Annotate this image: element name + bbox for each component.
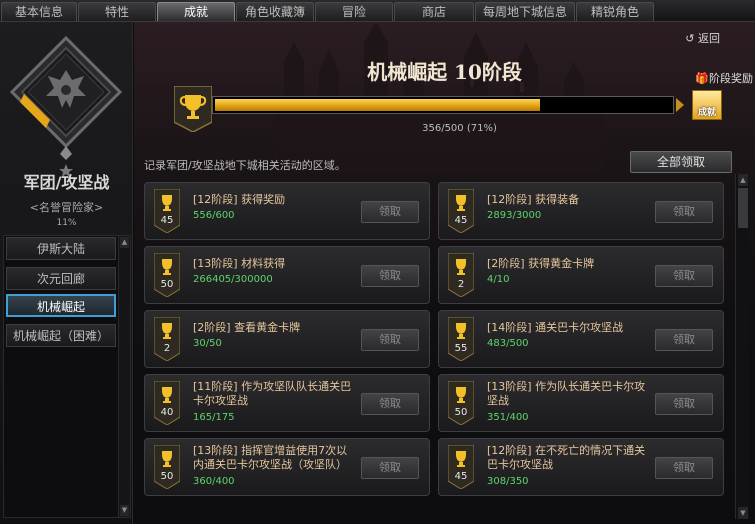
gift-icon: 🎁 (695, 72, 709, 85)
scroll-up-icon[interactable]: ▲ (738, 174, 748, 186)
claim-button[interactable]: 领取 (655, 329, 713, 351)
achievement-badge: 2 (447, 252, 475, 298)
achievement-title: [13阶段] 指挥官增益使用7次以内通关巴卡尔攻坚战（攻坚队） (193, 444, 348, 471)
claim-button[interactable]: 领取 (361, 457, 419, 479)
stage-progress-fill (215, 99, 540, 111)
claim-button[interactable]: 领取 (361, 201, 419, 223)
achievement-badge: 45 (153, 188, 181, 234)
achievement-badge: 50 (153, 252, 181, 298)
claim-button[interactable]: 领取 (655, 457, 713, 479)
achievement-card: 45 [12阶段] 获得装备 2893/3000 领取 (438, 182, 724, 240)
achievement-progress: 2893/3000 (487, 210, 542, 221)
achievement-card: 45 [12阶段] 获得奖励 556/600 领取 (144, 182, 430, 240)
achievement-progress: 4/10 (487, 274, 510, 285)
achievement-card: 45 [12阶段] 在不死亡的情况下通关巴卡尔攻坚战 308/350 领取 (438, 438, 724, 496)
stage-title: 机械崛起 10阶段 (367, 60, 522, 84)
tab-shop[interactable]: 商店 (394, 2, 474, 21)
claim-button[interactable]: 领取 (655, 201, 713, 223)
achievement-progress: 165/175 (193, 412, 235, 423)
achievement-badge: 50 (447, 380, 475, 426)
category-title: 军团/攻坚战 (23, 173, 110, 192)
tab-achievements[interactable]: 成就 (157, 2, 235, 21)
achievement-progress: 351/400 (487, 412, 529, 423)
achievement-title: [2阶段] 获得黄金卡牌 (487, 257, 595, 270)
achievement-progress: 30/50 (193, 338, 222, 349)
achievement-progress: 556/600 (193, 210, 235, 221)
achievement-card: 50 [13阶段] 作为队长通关巴卡尔攻坚战 351/400 领取 (438, 374, 724, 432)
trophy-icon (447, 252, 475, 298)
tab-character-collection[interactable]: 角色收藏簿 (236, 2, 314, 21)
subcategory-item-mechanical-rise-hard[interactable]: 机械崛起（困难） (6, 324, 116, 347)
scroll-up-icon[interactable]: ▲ (120, 237, 129, 248)
claim-button[interactable]: 领取 (361, 265, 419, 287)
raid-emblem-icon (10, 36, 122, 177)
achievement-badge: 50 (153, 444, 181, 490)
trophy-icon (153, 316, 181, 362)
top-tab-bar: 基本信息 特性 成就 角色收藏簿 冒险 商店 每周地下城信息 精锐角色 (0, 0, 755, 22)
achievement-badge: 40 (153, 380, 181, 426)
stage-progress-bar (212, 96, 674, 114)
subcategory-scrollbar[interactable]: ▲ ▼ (118, 236, 130, 517)
achievement-card: 55 [14阶段] 通关巴卡尔攻坚战 483/500 领取 (438, 310, 724, 368)
trophy-icon (447, 444, 475, 490)
category-description: 记录军团/攻坚战地下城相关活动的区域。 (144, 159, 346, 172)
tab-elite-character[interactable]: 精锐角色 (576, 2, 654, 21)
stage-progress-text: 356/500 (71%) (422, 123, 497, 134)
trophy-icon (153, 252, 181, 298)
achievement-title: [12阶段] 获得奖励 (193, 193, 286, 206)
category-panel: 军团/攻坚战 <名誉冒险家> 11% 伊斯大陆 次元回廊 机械崛起 机械崛起（困… (0, 22, 133, 524)
achievement-card: 50 [13阶段] 材料获得 266405/300000 领取 (144, 246, 430, 304)
achievement-badge: 55 (447, 316, 475, 362)
achievement-scrollbar[interactable]: ▲ ▼ (735, 174, 749, 519)
claim-button[interactable]: 领取 (361, 329, 419, 351)
achievement-card: 40 [11阶段] 作为攻坚队队长通关巴卡尔攻坚战 165/175 领取 (144, 374, 430, 432)
achievement-main-panel: ↺ 返回 机械崛起 10阶段 🎁阶段奖励 成就 356/500 (71%) 记录… (134, 22, 755, 524)
tab-weekly-dungeon-info[interactable]: 每周地下城信息 (475, 2, 575, 21)
trophy-icon (153, 444, 181, 490)
achievement-badge: 2 (153, 316, 181, 362)
scroll-down-icon[interactable]: ▼ (120, 505, 129, 516)
honor-title: <名誉冒险家> (29, 201, 104, 214)
achievement-progress: 360/400 (193, 476, 235, 487)
back-button[interactable]: ↺ 返回 (685, 30, 720, 46)
tab-basic-info[interactable]: 基本信息 (1, 2, 77, 21)
achievement-progress: 266405/300000 (193, 274, 273, 285)
claim-button[interactable]: 领取 (655, 265, 713, 287)
subcategory-item-mechanical-rise[interactable]: 机械崛起 (6, 294, 116, 317)
achievement-card: 2 [2阶段] 获得黄金卡牌 4/10 领取 (438, 246, 724, 304)
trophy-icon (447, 380, 475, 426)
claim-all-button[interactable]: 全部领取 (630, 151, 732, 173)
subcategory-list: 伊斯大陆 次元回廊 机械崛起 机械崛起（困难） ▲ ▼ (3, 235, 131, 518)
tab-traits[interactable]: 特性 (78, 2, 156, 21)
achievement-title: [13阶段] 作为队长通关巴卡尔攻坚战 (487, 380, 646, 407)
achievement-title: [11阶段] 作为攻坚队队长通关巴卡尔攻坚战 (193, 380, 352, 407)
achievement-badge: 45 (447, 444, 475, 490)
achievement-progress: 483/500 (487, 338, 529, 349)
claim-button[interactable]: 领取 (361, 393, 419, 415)
achievement-card: 2 [2阶段] 查看黄金卡牌 30/50 领取 (144, 310, 430, 368)
achievement-title: [12阶段] 在不死亡的情况下通关巴卡尔攻坚战 (487, 444, 646, 471)
scroll-down-icon[interactable]: ▼ (738, 507, 748, 519)
category-percent: 11% (56, 218, 77, 228)
achievement-title: [2阶段] 查看黄金卡牌 (193, 321, 301, 334)
achievement-title: [14阶段] 通关巴卡尔攻坚战 (487, 321, 624, 334)
achievement-title: [13阶段] 材料获得 (193, 257, 286, 270)
trophy-icon (153, 380, 181, 426)
trophy-icon (153, 188, 181, 234)
subcategory-item-dimension-corridor[interactable]: 次元回廊 (6, 267, 116, 290)
trophy-icon (447, 316, 475, 362)
subcategory-item-isthmus[interactable]: 伊斯大陆 (6, 237, 116, 260)
scroll-thumb[interactable] (738, 188, 748, 228)
achievement-card: 50 [13阶段] 指挥官增益使用7次以内通关巴卡尔攻坚战（攻坚队） 360/4… (144, 438, 430, 496)
achievement-badge: 45 (447, 188, 475, 234)
progress-arrow-icon (676, 98, 684, 112)
achievement-progress: 308/350 (487, 476, 529, 487)
achievement-title: [12阶段] 获得装备 (487, 193, 580, 206)
achievement-reward-icon[interactable]: 成就 (692, 90, 722, 120)
trophy-icon (447, 188, 475, 234)
tab-adventure[interactable]: 冒险 (315, 2, 393, 21)
stage-reward-button[interactable]: 🎁阶段奖励 (695, 70, 753, 86)
back-arrow-icon: ↺ (685, 32, 695, 45)
claim-button[interactable]: 领取 (655, 393, 713, 415)
